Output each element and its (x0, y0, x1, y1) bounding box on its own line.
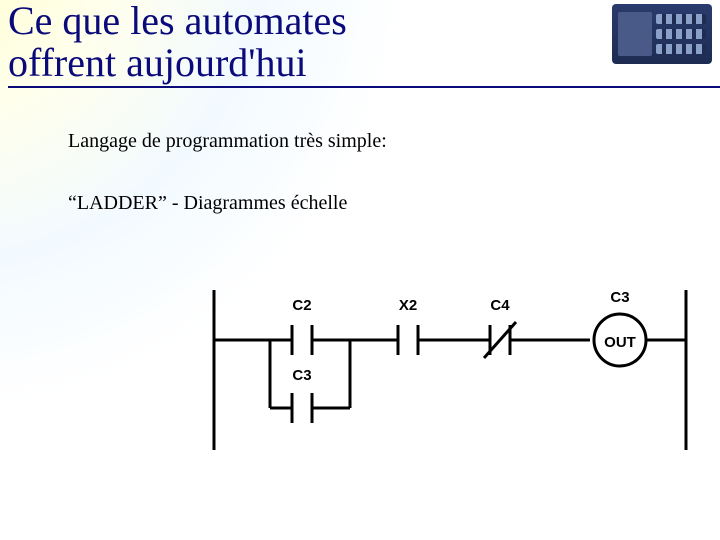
plc-illustration (612, 4, 712, 64)
ladder-diagram: C2 C3 X2 C4 OUT C3 (200, 280, 700, 460)
label-x2: X2 (399, 297, 417, 314)
label-c4: C4 (490, 297, 510, 314)
bullet-line-1: Langage de programmation très simple: (68, 130, 387, 153)
bullet-line-2: “LADDER” - Diagrammes échelle (68, 192, 347, 215)
label-c3-out: C3 (610, 289, 629, 306)
label-out: OUT (604, 334, 636, 351)
label-c2: C2 (292, 297, 311, 314)
label-c3-branch: C3 (292, 367, 311, 384)
